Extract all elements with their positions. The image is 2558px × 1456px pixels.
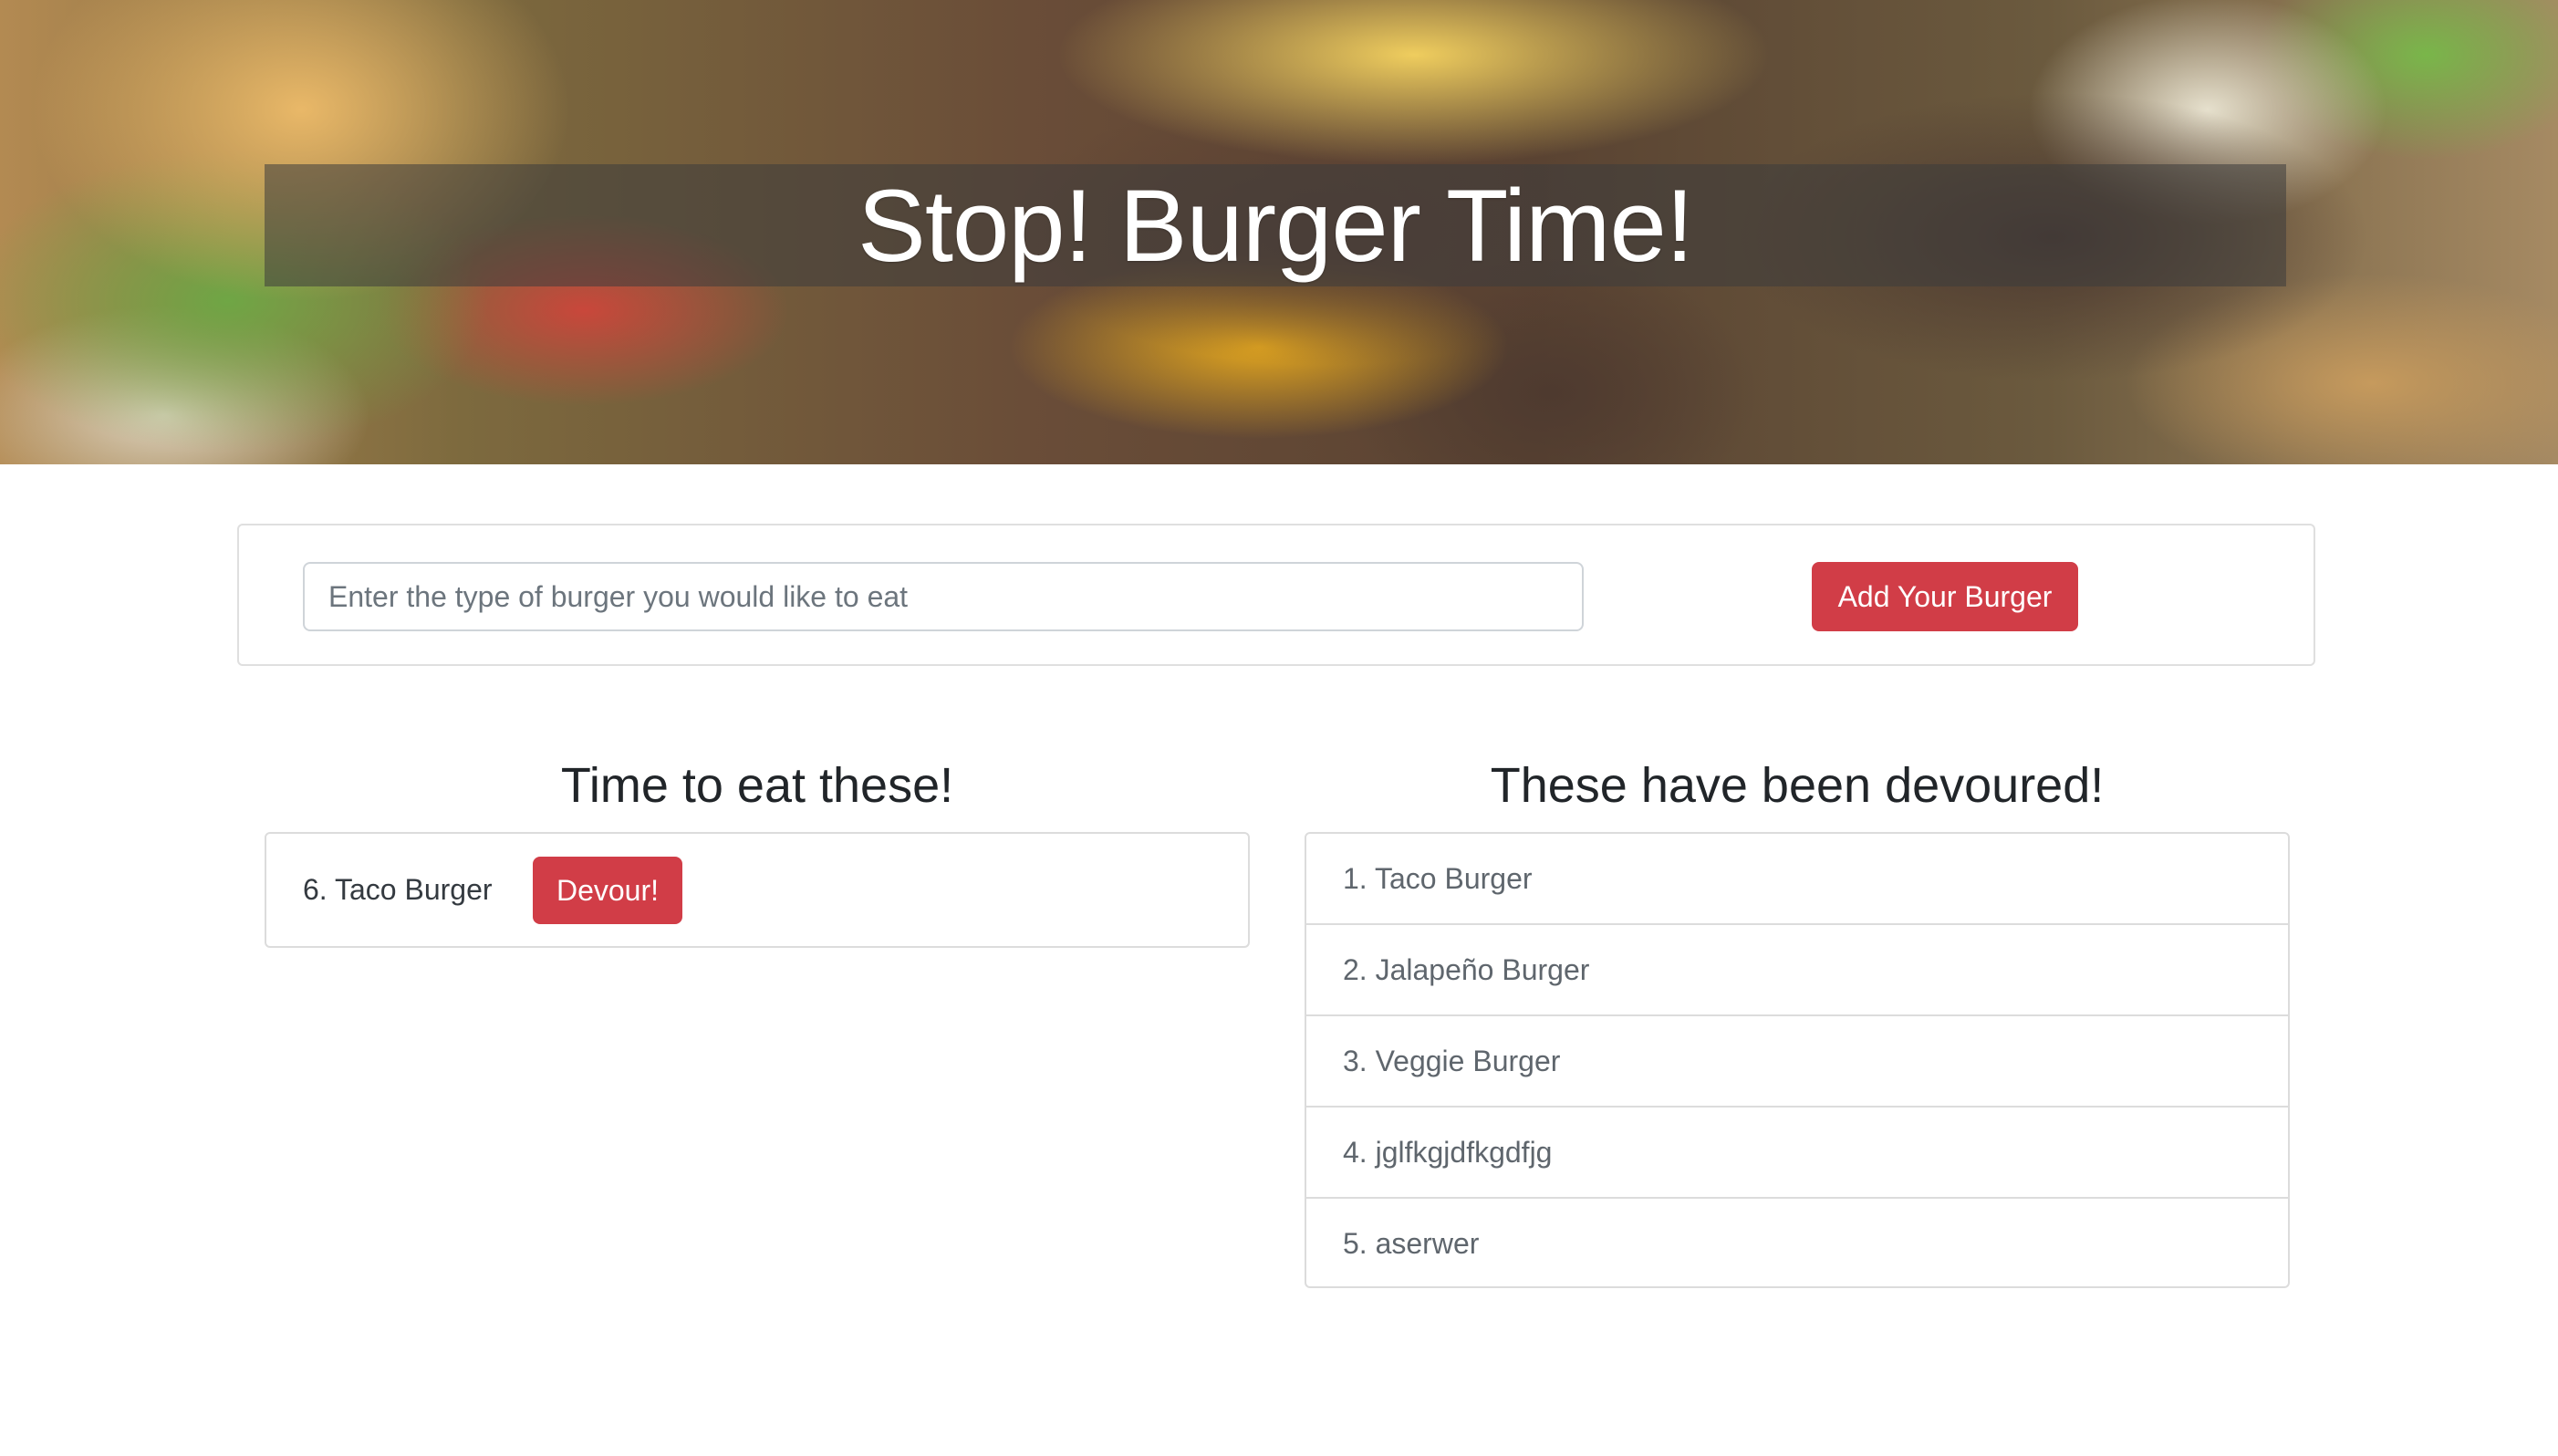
devoured-item: 2. Jalapeño Burger bbox=[1306, 925, 2288, 1016]
devoured-heading: These have been devoured! bbox=[1490, 758, 2105, 813]
page-title: Stop! Burger Time! bbox=[858, 168, 1694, 283]
to-eat-heading: Time to eat these! bbox=[560, 758, 954, 813]
to-eat-item-label: 6. Taco Burger bbox=[303, 873, 493, 906]
burger-name-input[interactable] bbox=[303, 562, 1584, 631]
to-eat-list: 6. Taco Burger Devour! bbox=[265, 832, 1250, 948]
devoured-item: 4. jglfkgjdfkgdfjg bbox=[1306, 1108, 2288, 1199]
devoured-item: 3. Veggie Burger bbox=[1306, 1016, 2288, 1108]
add-burger-button[interactable]: Add Your Burger bbox=[1812, 562, 2078, 631]
add-burger-form: Add Your Burger bbox=[237, 524, 2315, 666]
hero-banner: Stop! Burger Time! bbox=[0, 0, 2558, 464]
devour-button[interactable]: Devour! bbox=[533, 857, 682, 924]
devoured-item: 1. Taco Burger bbox=[1306, 834, 2288, 925]
hero-title-band: Stop! Burger Time! bbox=[265, 164, 2286, 286]
devoured-item: 5. aserwer bbox=[1343, 1227, 1480, 1260]
devoured-list: 1. Taco Burger 2. Jalapeño Burger 3. Veg… bbox=[1305, 832, 2290, 1288]
